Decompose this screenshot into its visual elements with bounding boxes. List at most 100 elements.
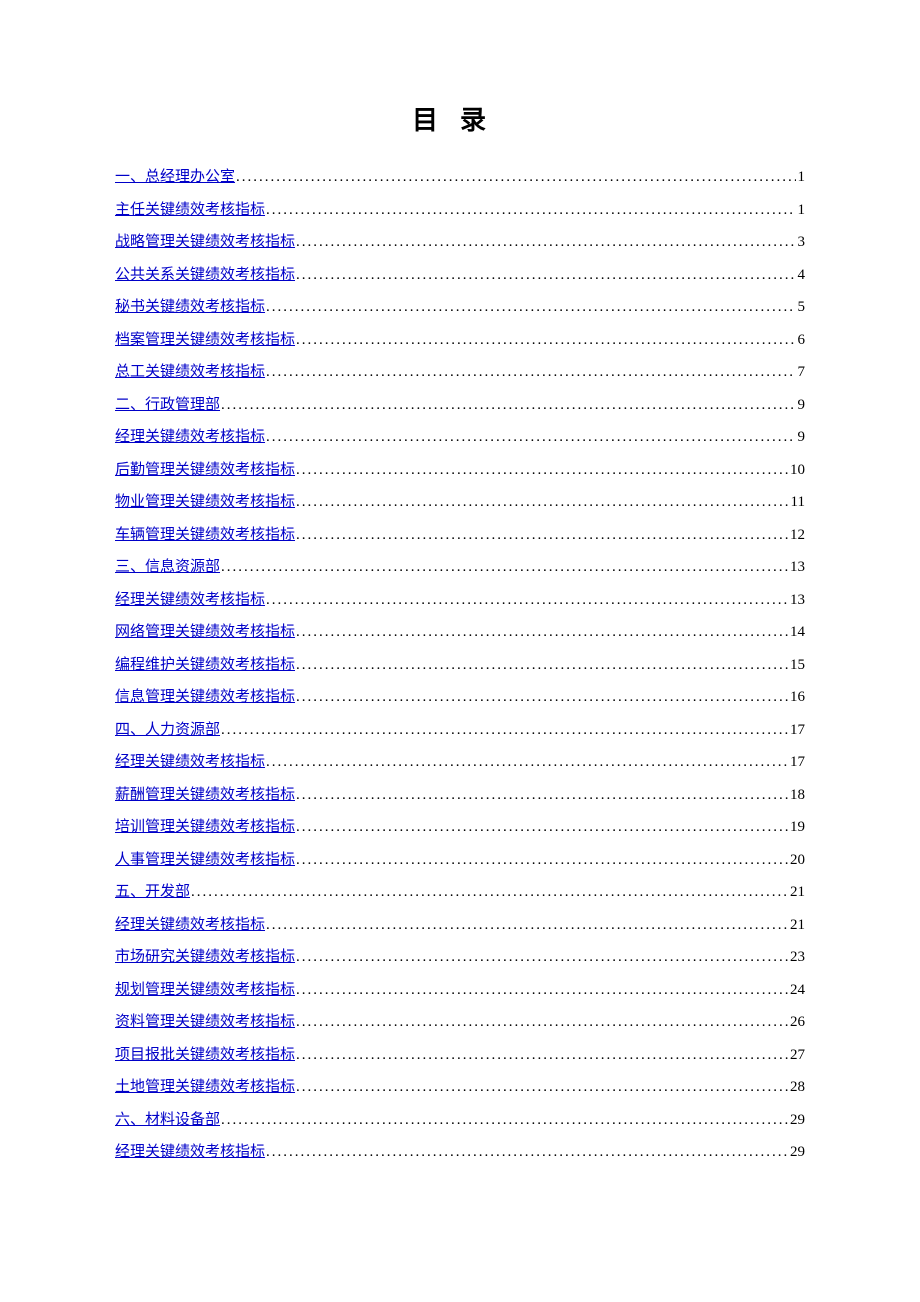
toc-entry: 经理关键绩效考核指标 17 xyxy=(115,746,805,779)
toc-page-number: 29 xyxy=(788,1136,805,1169)
toc-page-number: 7 xyxy=(796,356,806,389)
toc-leader-dots xyxy=(220,714,788,747)
toc-entry: 主任关键绩效考核指标1 xyxy=(115,194,805,227)
toc-leader-dots xyxy=(295,519,788,552)
toc-page-number: 16 xyxy=(788,681,805,714)
toc-page-number: 26 xyxy=(788,1006,805,1039)
toc-link[interactable]: 五、开发部 xyxy=(115,876,190,909)
toc-page-number: 18 xyxy=(788,779,805,812)
toc-link[interactable]: 档案管理关键绩效考核指标 xyxy=(115,324,295,357)
toc-entry: 一、总经理办公室1 xyxy=(115,161,805,194)
toc-entry: 三、信息资源部 13 xyxy=(115,551,805,584)
toc-page-number: 27 xyxy=(788,1039,805,1072)
toc-link[interactable]: 薪酬管理关键绩效考核指标 xyxy=(115,779,295,812)
toc-leader-dots xyxy=(295,226,795,259)
toc-leader-dots xyxy=(295,681,788,714)
toc-entry: 规划管理关键绩效考核指标 24 xyxy=(115,974,805,1007)
toc-page-number: 13 xyxy=(788,551,805,584)
toc-leader-dots xyxy=(265,746,788,779)
toc-page-number: 29 xyxy=(788,1104,805,1137)
toc-link[interactable]: 市场研究关键绩效考核指标 xyxy=(115,941,295,974)
toc-leader-dots xyxy=(295,941,788,974)
toc-entry: 战略管理关键绩效考核指标 3 xyxy=(115,226,805,259)
toc-link[interactable]: 总工关键绩效考核指标 xyxy=(115,356,265,389)
toc-page-number: 12 xyxy=(788,519,805,552)
toc-link[interactable]: 秘书关键绩效考核指标 xyxy=(115,291,265,324)
toc-link[interactable]: 四、人力资源部 xyxy=(115,714,220,747)
toc-leader-dots xyxy=(295,844,788,877)
toc-leader-dots xyxy=(220,389,795,422)
toc-leader-dots xyxy=(295,486,789,519)
toc-page-number: 13 xyxy=(788,584,805,617)
toc-leader-dots xyxy=(265,421,795,454)
toc-entry: 经理关键绩效考核指标 13 xyxy=(115,584,805,617)
toc-page-number: 15 xyxy=(788,649,805,682)
toc-entry: 编程维护关键绩效考核指标 15 xyxy=(115,649,805,682)
toc-entry: 四、人力资源部17 xyxy=(115,714,805,747)
toc-link[interactable]: 公共关系关键绩效考核指标 xyxy=(115,259,295,292)
toc-entry: 薪酬管理关键绩效考核指标 18 xyxy=(115,779,805,812)
toc-leader-dots xyxy=(265,194,795,227)
toc-entry: 五、开发部 21 xyxy=(115,876,805,909)
toc-entry: 市场研究关键绩效考核指标23 xyxy=(115,941,805,974)
toc-page-number: 21 xyxy=(788,876,805,909)
toc-link[interactable]: 二、行政管理部 xyxy=(115,389,220,422)
toc-entry: 培训管理关键绩效考核指标 19 xyxy=(115,811,805,844)
toc-leader-dots xyxy=(265,356,795,389)
toc-page-number: 6 xyxy=(796,324,806,357)
toc-entry: 信息管理关键绩效考核指标 16 xyxy=(115,681,805,714)
toc-link[interactable]: 规划管理关键绩效考核指标 xyxy=(115,974,295,1007)
toc-entry: 经理关键绩效考核指标 9 xyxy=(115,421,805,454)
toc-link[interactable]: 物业管理关键绩效考核指标 xyxy=(115,486,295,519)
toc-entry: 档案管理关键绩效考核指标 6 xyxy=(115,324,805,357)
toc-entry: 土地管理关键绩效考核指标 28 xyxy=(115,1071,805,1104)
toc-leader-dots xyxy=(265,291,795,324)
toc-leader-dots xyxy=(265,909,788,942)
toc-entry: 车辆管理关键绩效考核指标 12 xyxy=(115,519,805,552)
toc-link[interactable]: 六、材料设备部 xyxy=(115,1104,220,1137)
toc-link[interactable]: 主任关键绩效考核指标 xyxy=(115,194,265,227)
toc-link[interactable]: 经理关键绩效考核指标 xyxy=(115,421,265,454)
toc-entry: 经理关键绩效考核指标 29 xyxy=(115,1136,805,1169)
toc-leader-dots xyxy=(295,779,788,812)
toc-page-number: 19 xyxy=(788,811,805,844)
toc-link[interactable]: 战略管理关键绩效考核指标 xyxy=(115,226,295,259)
toc-entry: 总工关键绩效考核指标 7 xyxy=(115,356,805,389)
toc-link[interactable]: 资料管理关键绩效考核指标 xyxy=(115,1006,295,1039)
toc-page-number: 17 xyxy=(788,746,805,779)
toc-page-number: 28 xyxy=(788,1071,805,1104)
toc-link[interactable]: 后勤管理关键绩效考核指标 xyxy=(115,454,295,487)
toc-link[interactable]: 项目报批关键绩效考核指标 xyxy=(115,1039,295,1072)
toc-title: 目录 xyxy=(115,100,805,137)
toc-link[interactable]: 三、信息资源部 xyxy=(115,551,220,584)
toc-link[interactable]: 一、总经理办公室 xyxy=(115,161,235,194)
toc-link[interactable]: 经理关键绩效考核指标 xyxy=(115,1136,265,1169)
toc-leader-dots xyxy=(295,1039,788,1072)
toc-leader-dots xyxy=(190,876,788,909)
toc-entry: 物业管理关键绩效考核指标11 xyxy=(115,486,805,519)
toc-entry: 网络管理关键绩效考核指标 14 xyxy=(115,616,805,649)
toc-link[interactable]: 编程维护关键绩效考核指标 xyxy=(115,649,295,682)
toc-page-number: 3 xyxy=(796,226,806,259)
toc-link[interactable]: 培训管理关键绩效考核指标 xyxy=(115,811,295,844)
toc-page-number: 10 xyxy=(788,454,805,487)
toc-link[interactable]: 网络管理关键绩效考核指标 xyxy=(115,616,295,649)
toc-entry: 秘书关键绩效考核指标5 xyxy=(115,291,805,324)
toc-page-number: 9 xyxy=(796,421,806,454)
toc-link[interactable]: 车辆管理关键绩效考核指标 xyxy=(115,519,295,552)
toc-entry: 六、材料设备部 29 xyxy=(115,1104,805,1137)
toc-leader-dots xyxy=(265,1136,788,1169)
toc-link[interactable]: 经理关键绩效考核指标 xyxy=(115,909,265,942)
toc-entry: 项目报批关键绩效考核指标 27 xyxy=(115,1039,805,1072)
toc-link[interactable]: 经理关键绩效考核指标 xyxy=(115,584,265,617)
toc-leader-dots xyxy=(220,551,788,584)
toc-list: 一、总经理办公室1主任关键绩效考核指标1战略管理关键绩效考核指标3公共关系关键绩… xyxy=(115,161,805,1169)
toc-leader-dots xyxy=(295,1006,788,1039)
toc-link[interactable]: 土地管理关键绩效考核指标 xyxy=(115,1071,295,1104)
toc-page-number: 14 xyxy=(788,616,805,649)
toc-link[interactable]: 人事管理关键绩效考核指标 xyxy=(115,844,295,877)
toc-entry: 公共关系关键绩效考核指标4 xyxy=(115,259,805,292)
toc-page-number: 24 xyxy=(788,974,805,1007)
toc-link[interactable]: 信息管理关键绩效考核指标 xyxy=(115,681,295,714)
toc-link[interactable]: 经理关键绩效考核指标 xyxy=(115,746,265,779)
